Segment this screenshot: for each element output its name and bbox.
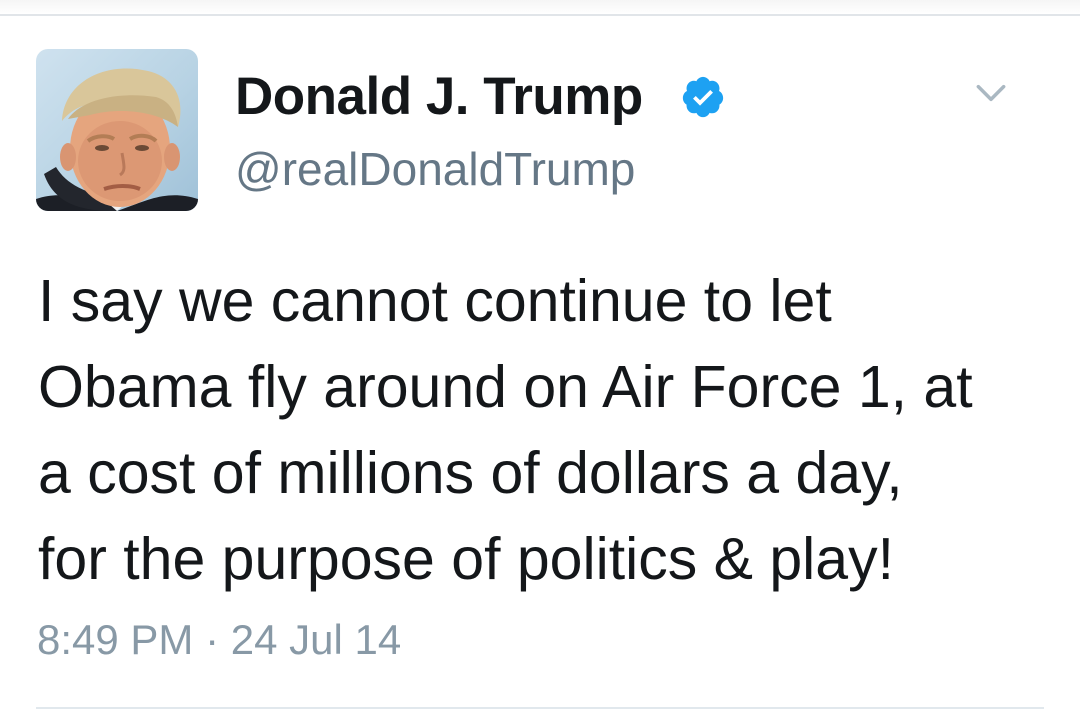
tweet-text: I say we cannot continue to let Obama fl… <box>38 258 1058 602</box>
tweet-text-line: Obama fly around on Air Force 1, at <box>38 354 973 420</box>
display-name[interactable]: Donald J. Trump <box>235 66 643 127</box>
verified-badge-icon <box>682 76 724 118</box>
tweet-date: 24 Jul 14 <box>230 616 402 663</box>
timestamp-separator: · <box>205 616 220 663</box>
tweet-text-line: for the purpose of politics & play! <box>38 526 894 592</box>
tweet-text-line: I say we cannot continue to let <box>38 268 832 334</box>
tweet-timestamp[interactable]: 8:49 PM · 24 Jul 14 <box>37 616 401 664</box>
tweet-text-line: a cost of millions of dollars a day, <box>38 440 903 506</box>
top-divider <box>0 0 1080 16</box>
tweet-card: Donald J. Trump @realDonaldTrump I say w… <box>0 0 1080 724</box>
profile-photo <box>36 68 198 211</box>
chevron-down-icon[interactable] <box>972 74 1010 112</box>
bottom-divider <box>36 707 1044 709</box>
avatar[interactable] <box>36 49 198 211</box>
username-handle[interactable]: @realDonaldTrump <box>235 142 635 196</box>
tweet-time: 8:49 PM <box>37 616 194 663</box>
